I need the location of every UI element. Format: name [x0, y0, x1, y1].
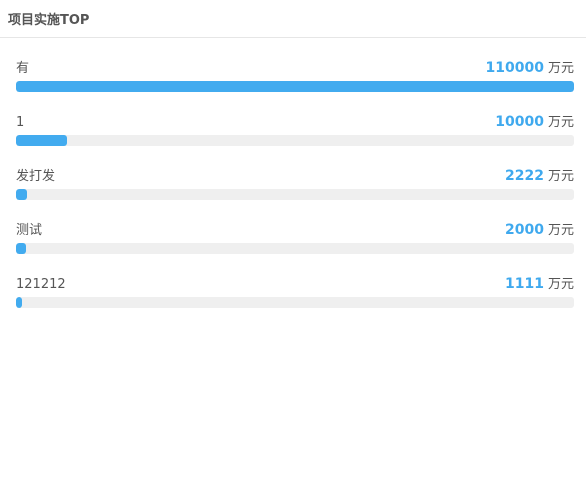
item-amount: 1111 万元: [505, 275, 574, 294]
progress-track: [16, 297, 574, 308]
item-row: 测试 2000 万元: [16, 222, 574, 240]
panel-header: 项目实施TOP: [0, 0, 586, 38]
list-item[interactable]: 发打发 2222 万元: [16, 168, 574, 222]
item-name: 1: [16, 115, 25, 130]
progress-track: [16, 243, 574, 254]
item-value: 2000: [505, 222, 544, 238]
item-value: 10000: [495, 114, 544, 130]
item-row: 发打发 2222 万元: [16, 168, 574, 186]
item-unit: 万元: [547, 169, 574, 184]
list-item[interactable]: 121212 1111 万元: [16, 276, 574, 330]
ranking-list: 有 110000 万元 1 10000 万元 发打发 2222 万元 测试 20…: [0, 60, 586, 330]
project-implementation-panel: 项目实施TOP 有 110000 万元 1 10000 万元 发打发 2222 …: [0, 0, 586, 503]
list-item[interactable]: 测试 2000 万元: [16, 222, 574, 276]
item-unit: 万元: [547, 277, 574, 292]
item-row: 121212 1111 万元: [16, 276, 574, 294]
progress-fill: [16, 297, 22, 308]
item-value: 2222: [505, 168, 544, 184]
progress-fill: [16, 81, 574, 92]
item-amount: 2222 万元: [505, 167, 574, 186]
progress-track: [16, 135, 574, 146]
item-unit: 万元: [547, 61, 574, 76]
item-amount: 10000 万元: [495, 113, 574, 132]
item-row: 有 110000 万元: [16, 60, 574, 78]
item-unit: 万元: [547, 223, 574, 238]
item-name: 发打发: [16, 169, 56, 184]
list-item[interactable]: 有 110000 万元: [16, 60, 574, 114]
item-amount: 110000 万元: [486, 59, 574, 78]
item-amount: 2000 万元: [505, 221, 574, 240]
item-name: 测试: [16, 223, 43, 238]
item-row: 1 10000 万元: [16, 114, 574, 132]
item-value: 110000: [485, 60, 544, 76]
item-name: 121212: [16, 277, 66, 292]
progress-fill: [16, 243, 27, 254]
item-unit: 万元: [547, 115, 574, 130]
item-name: 有: [16, 61, 30, 76]
list-item[interactable]: 1 10000 万元: [16, 114, 574, 168]
progress-track: [16, 81, 574, 92]
progress-track: [16, 189, 574, 200]
progress-fill: [16, 135, 67, 146]
progress-fill: [16, 189, 28, 200]
item-value: 1111: [505, 276, 544, 292]
panel-title: 项目实施TOP: [8, 13, 90, 28]
